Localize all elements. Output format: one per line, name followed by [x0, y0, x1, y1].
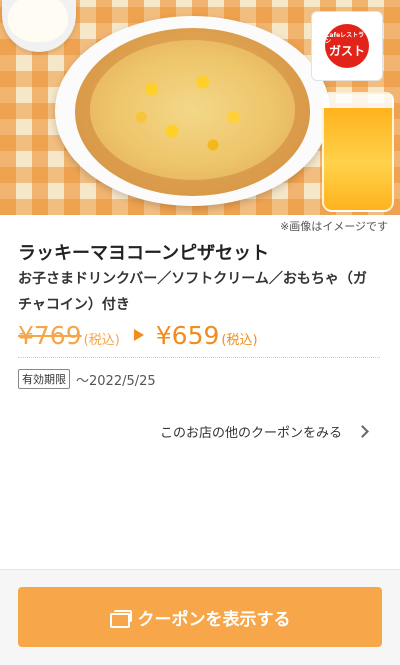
divider	[18, 357, 380, 358]
expiry-date: 〜2022/5/25	[76, 373, 156, 389]
price-original-tax: (税込)	[83, 332, 120, 348]
price-discounted-tax: (税込)	[221, 332, 258, 348]
other-coupons-label: このお店の他のクーポンをみる	[160, 425, 343, 441]
other-coupons-link[interactable]: このお店の他のクーポンをみる	[160, 420, 380, 442]
show-coupon-button[interactable]: クーポンを表示する	[18, 587, 382, 647]
show-coupon-label: クーポンを表示する	[137, 609, 291, 630]
arrow-right-icon	[133, 329, 144, 341]
brand-logo-name: ガスト	[328, 44, 365, 59]
expiry-row: 有効期限 〜2022/5/25	[18, 369, 156, 389]
pizza-topping	[90, 40, 295, 180]
coupon-title: ラッキーマヨコーンピザセット	[18, 243, 270, 264]
juice-glass	[322, 92, 394, 212]
price-row: ¥769 (税込) ¥659 (税込)	[18, 320, 258, 350]
soft-cream	[8, 0, 68, 42]
brand-logo: Cafeレストラン ガスト	[311, 11, 383, 81]
brand-logo-badge: Cafeレストラン ガスト	[325, 24, 369, 68]
image-note: ※画像はイメージです	[280, 220, 388, 233]
price-discounted: ¥659	[155, 320, 220, 350]
price-original: ¥769	[18, 320, 82, 350]
coupon-description: お子さまドリンクバー／ソフトクリーム／おもちゃ（ガチャコイン）付き	[18, 271, 367, 313]
expiry-label: 有効期限	[18, 369, 70, 389]
chevron-right-icon	[356, 424, 369, 438]
coupon-ticket-icon	[109, 610, 132, 628]
